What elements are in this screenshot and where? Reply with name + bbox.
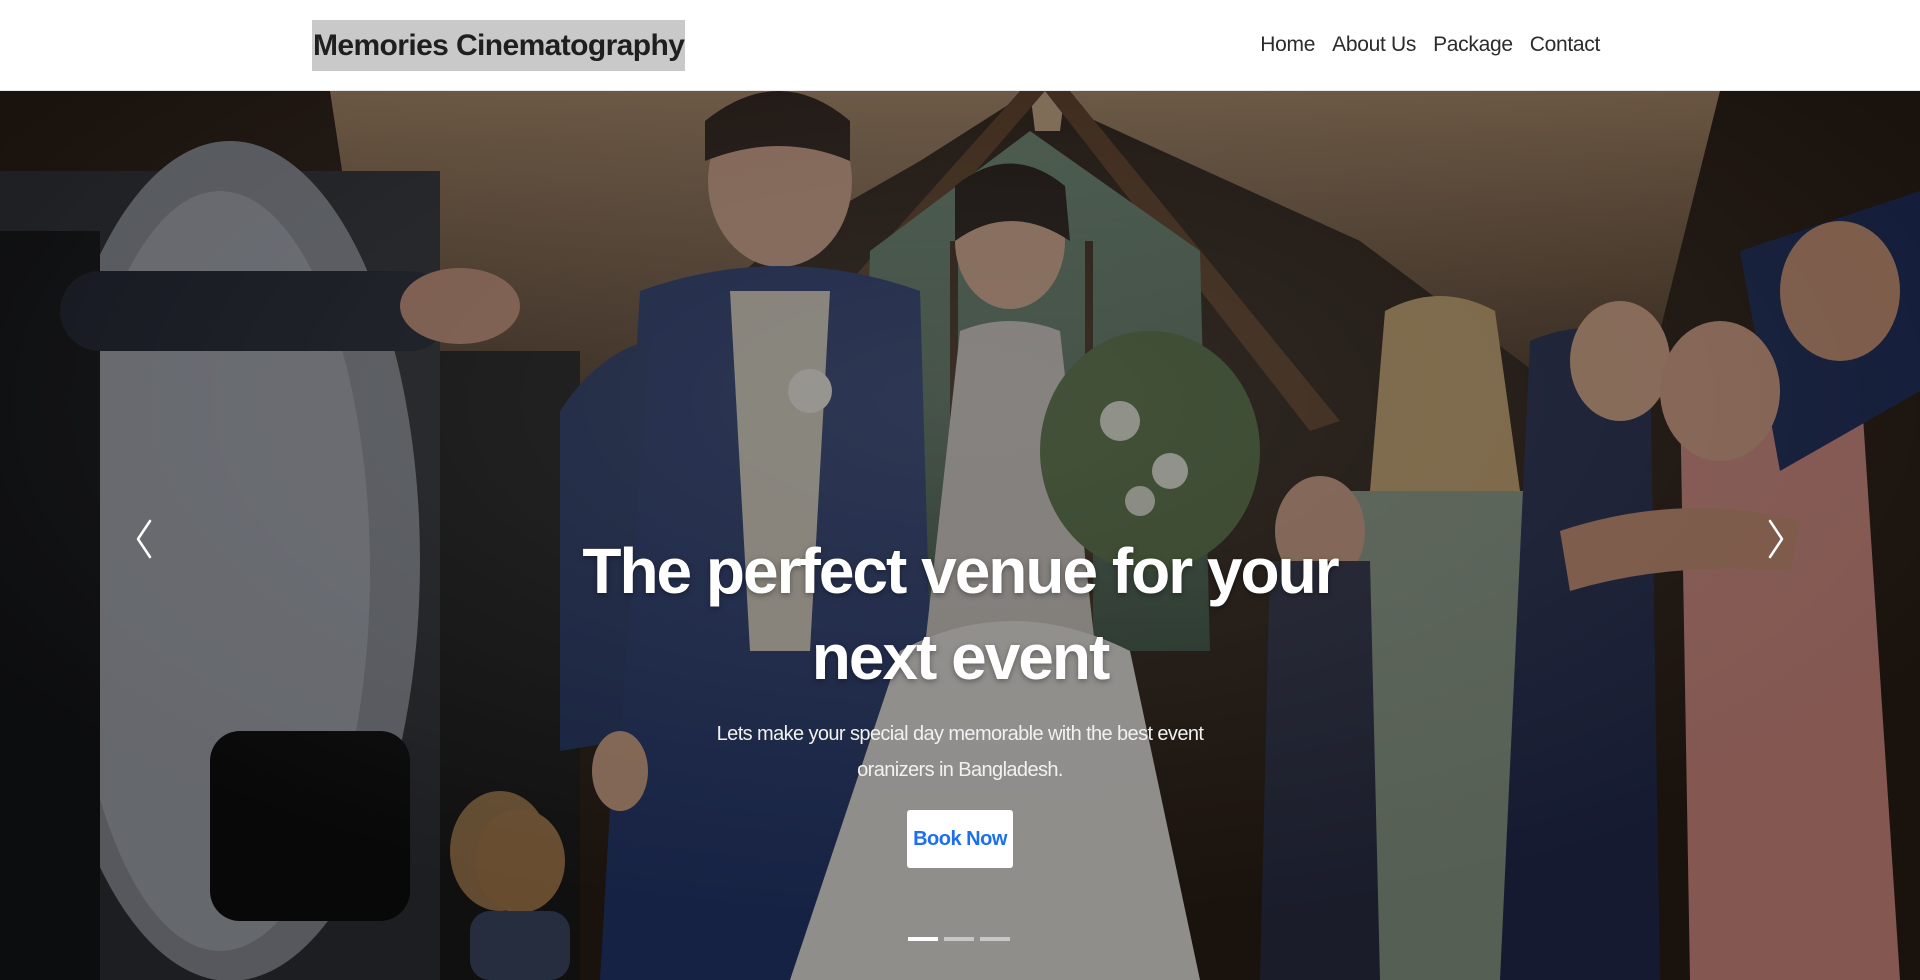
- carousel-indicator-3[interactable]: [980, 937, 1010, 941]
- carousel-next-button[interactable]: [1756, 509, 1796, 569]
- chevron-right-icon: [1768, 519, 1784, 559]
- nav-link-package[interactable]: Package: [1433, 30, 1513, 60]
- hero-carousel: The perfect venue for your next event Le…: [0, 91, 1920, 980]
- hero-caption: The perfect venue for your next event Le…: [560, 528, 1360, 868]
- main-nav: Home About Us Package Contact: [1260, 30, 1600, 60]
- carousel-indicator-2[interactable]: [944, 937, 974, 941]
- brand-logo[interactable]: Memories Cinematography: [312, 20, 686, 71]
- hero-headline: The perfect venue for your next event: [582, 535, 1339, 693]
- chevron-left-icon: [136, 519, 152, 559]
- book-now-button[interactable]: Book Now: [907, 810, 1013, 868]
- carousel-indicator-1[interactable]: [908, 937, 938, 941]
- navbar: Memories Cinematography Home About Us Pa…: [0, 0, 1920, 91]
- hero-subtext: Lets make your special day memorable wit…: [716, 723, 1204, 781]
- nav-link-about-us[interactable]: About Us: [1332, 30, 1416, 60]
- nav-link-contact[interactable]: Contact: [1530, 30, 1601, 60]
- carousel-prev-button[interactable]: [124, 509, 164, 569]
- carousel-indicators: [908, 937, 1010, 941]
- nav-link-home[interactable]: Home: [1260, 30, 1315, 60]
